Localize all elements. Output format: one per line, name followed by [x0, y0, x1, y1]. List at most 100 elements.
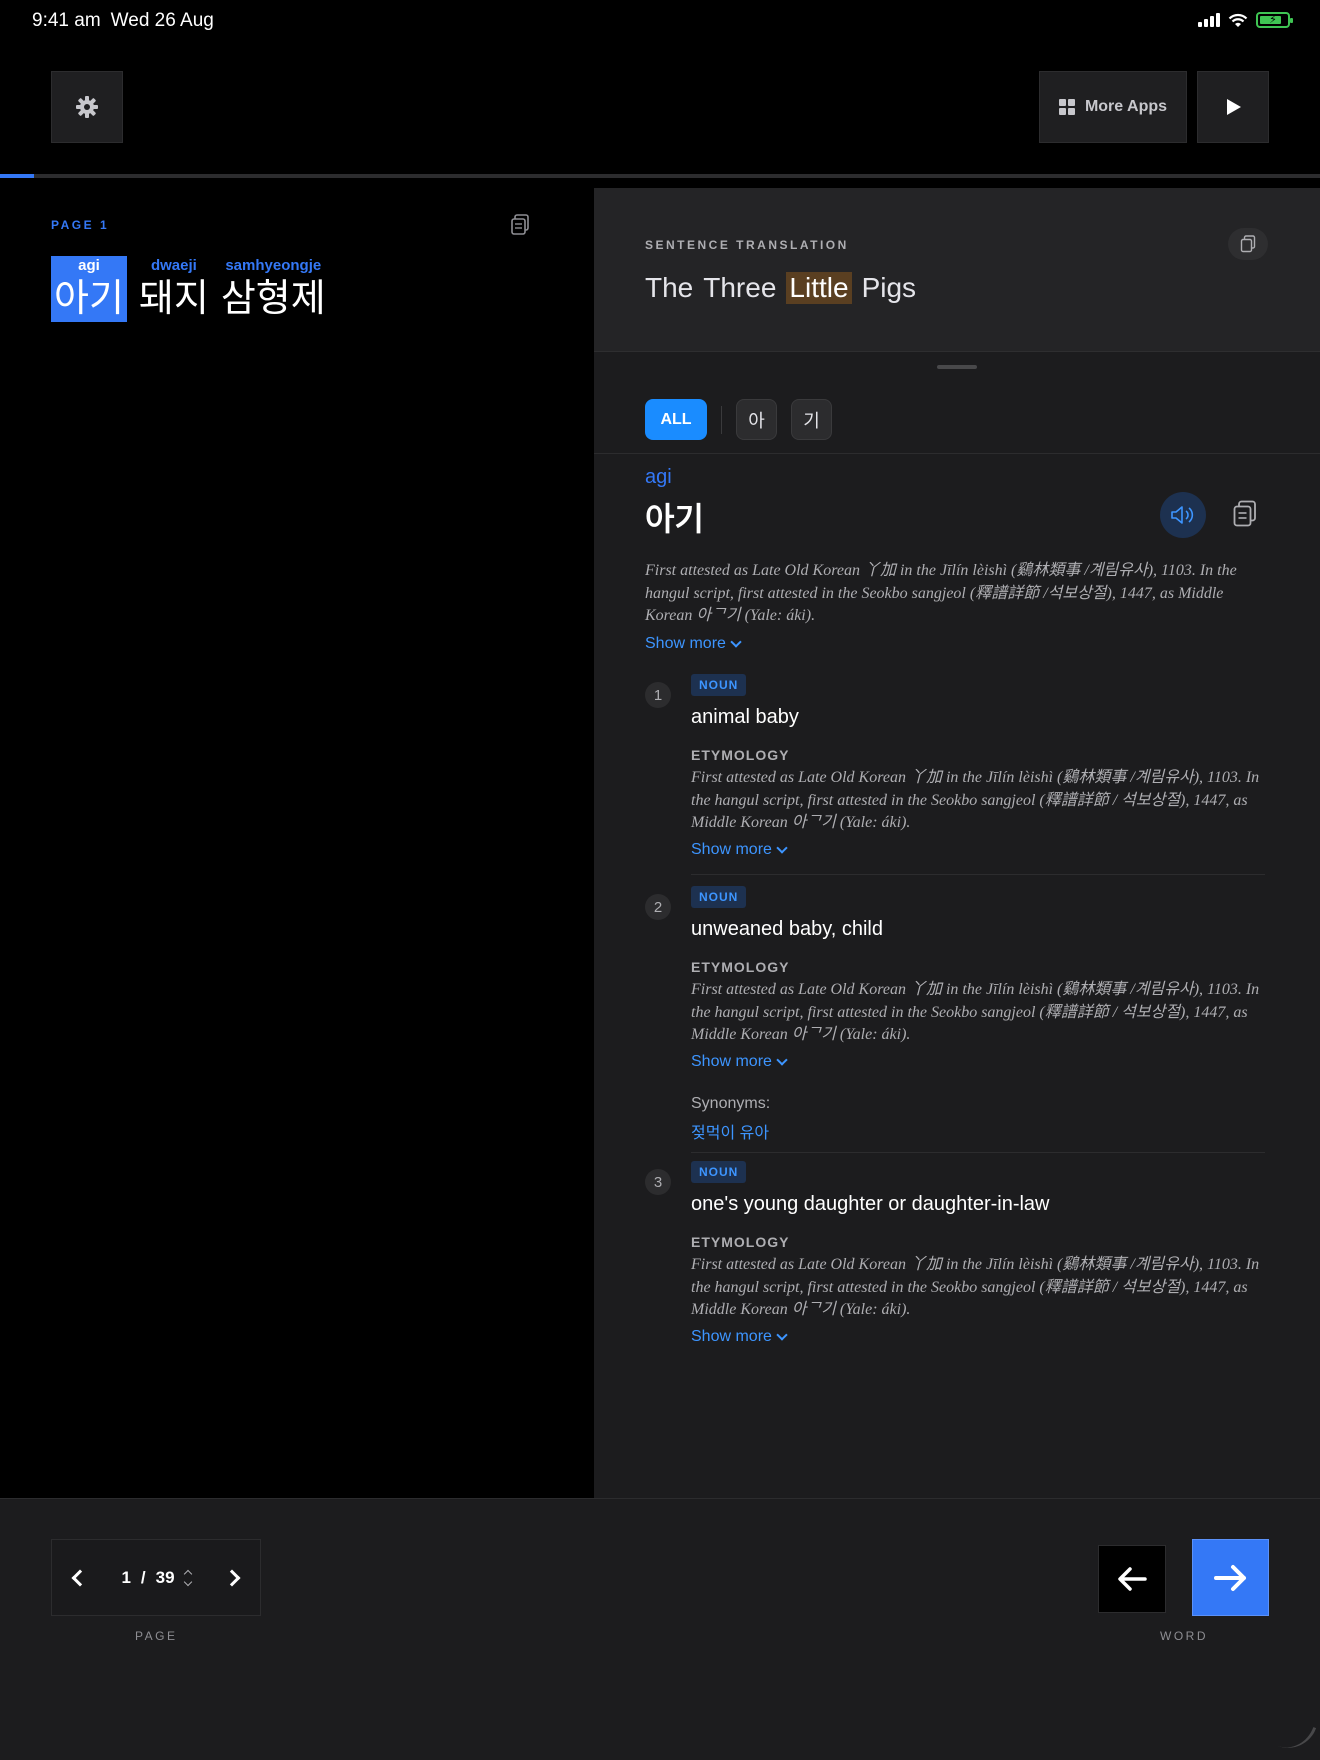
show-more-label: Show more — [691, 840, 772, 858]
total-pages: 39 — [155, 1567, 175, 1587]
sense-divider — [691, 1152, 1265, 1153]
previous-word-button[interactable] — [1098, 1545, 1166, 1613]
next-page-button[interactable] — [223, 1569, 241, 1586]
reading-progress-fill — [0, 174, 35, 178]
entry-etymology: First attested as Late Old Korean 丫加 in … — [645, 562, 1237, 624]
sense-item: 3 NOUN one's young daughter or daughter-… — [645, 1161, 1265, 1351]
page-label: PAGE 1 — [51, 218, 110, 232]
word-korean: 아기 — [54, 278, 124, 320]
word-token[interactable]: dwaeji 돼지 — [139, 256, 209, 322]
arrow-left-icon — [1118, 1567, 1147, 1591]
chevron-up-down-icon — [183, 1569, 192, 1586]
sense-body: NOUN animal baby ETYMOLOGY First atteste… — [691, 674, 1265, 859]
status-icons: ⚡ — [1198, 12, 1293, 28]
apps-grid-icon — [1058, 99, 1075, 115]
sense-gloss: one's young daughter or daughter-in-law — [691, 1193, 1050, 1215]
word-caption: WORD — [1160, 1629, 1208, 1643]
translation-word: The — [645, 272, 694, 303]
sense-divider — [691, 874, 1265, 875]
play-icon — [1227, 99, 1241, 115]
sense-gloss: unweaned baby, child — [691, 918, 883, 940]
word-korean: 돼지 — [138, 278, 209, 320]
word-token[interactable]: samhyeongje 삼형제 — [221, 256, 326, 322]
bottom-navigation: 1 / 39 PAGE WORD — [0, 1498, 1320, 1760]
arrow-right-icon — [1213, 1564, 1246, 1591]
part-of-speech-badge: NOUN — [691, 886, 747, 908]
entry-romanization: agi — [645, 466, 672, 488]
part-of-speech-badge: NOUN — [691, 1161, 747, 1183]
filter-syllable-chip[interactable]: 기 — [791, 399, 832, 440]
translation-word: Pigs — [861, 272, 917, 303]
show-more-label: Show more — [691, 1327, 772, 1345]
copy-icon — [1233, 500, 1256, 527]
copy-translation-button[interactable] — [1228, 228, 1268, 260]
chevron-down-icon — [776, 1328, 788, 1341]
translation-word-highlighted: Little — [786, 272, 852, 304]
word-romanization: dwaeji — [150, 257, 197, 274]
copy-page-button[interactable] — [510, 214, 532, 238]
show-more-label: Show more — [645, 635, 726, 652]
word-token[interactable]: agi 아기 — [51, 256, 127, 322]
dictionary-panel: SENTENCE TRANSLATION The Three Little Pi… — [594, 188, 1320, 1498]
show-more-link[interactable]: Show more — [691, 1053, 1265, 1071]
settings-button[interactable] — [51, 71, 123, 143]
word-romanization: samhyeongje — [225, 257, 322, 274]
translation-label: SENTENCE TRANSLATION — [645, 238, 849, 252]
chevron-down-icon — [776, 841, 788, 854]
translation-text: The Three Little Pigs — [645, 272, 916, 304]
wifi-icon — [1228, 13, 1248, 27]
synonyms-link[interactable]: 젖먹이 유아 — [691, 1119, 1265, 1143]
etymology-heading: ETYMOLOGY — [691, 747, 790, 763]
copy-icon — [1240, 235, 1256, 253]
previous-page-button[interactable] — [71, 1569, 89, 1586]
sense-gloss: animal baby — [691, 706, 799, 728]
sense-item: 2 NOUN unweaned baby, child ETYMOLOGY Fi… — [645, 886, 1265, 1146]
filter-divider — [721, 405, 722, 434]
cellular-signal-icon — [1198, 13, 1220, 27]
syllable-filters: ALL 아 기 — [645, 399, 832, 440]
next-word-button[interactable] — [1192, 1539, 1269, 1616]
gear-icon — [76, 96, 98, 118]
sense-number: 2 — [645, 894, 671, 920]
panel-resize-handle[interactable] — [937, 365, 977, 369]
status-date: Wed 26 Aug — [110, 10, 214, 31]
page-separator: / — [140, 1567, 146, 1587]
status-clock: 9:41 am — [32, 10, 101, 31]
play-button[interactable] — [1197, 71, 1269, 143]
show-more-label: Show more — [691, 1052, 772, 1070]
show-more-link[interactable]: Show more — [691, 1328, 1265, 1346]
synonyms-label: Synonyms: — [691, 1094, 771, 1112]
copy-entry-button[interactable] — [1230, 498, 1260, 530]
page-stepper: 1 / 39 — [51, 1539, 261, 1616]
word-romanization: agi — [78, 257, 100, 274]
sense-number: 1 — [645, 682, 671, 708]
current-page: 1 — [121, 1567, 131, 1587]
battery-charging-icon: ⚡ — [1256, 12, 1293, 28]
chevron-down-icon — [730, 636, 742, 648]
word-korean: 삼형제 — [220, 278, 326, 320]
etymology-heading: ETYMOLOGY — [691, 1234, 790, 1250]
entry-headword: 아기 — [645, 501, 704, 537]
show-more-link[interactable]: Show more — [645, 635, 742, 653]
page-picker[interactable]: 1 / 39 — [121, 1567, 192, 1588]
section-divider — [594, 453, 1320, 454]
home-indicator-icon — [1277, 1717, 1317, 1757]
page-caption: PAGE — [135, 1629, 178, 1643]
speaker-icon — [1171, 506, 1194, 524]
pronounce-button[interactable] — [1160, 492, 1206, 538]
reading-progress-bar — [0, 174, 1320, 178]
status-time: 9:41 am Wed 26 Aug — [32, 10, 214, 32]
etymology-heading: ETYMOLOGY — [691, 959, 790, 975]
sense-item: 1 NOUN animal baby ETYMOLOGY First attes… — [645, 674, 1265, 864]
copy-icon — [511, 214, 529, 235]
more-apps-button[interactable]: More Apps — [1039, 71, 1187, 143]
chevron-down-icon — [776, 1053, 788, 1066]
sense-etymology: First attested as Late Old Korean 丫加 in … — [691, 769, 1260, 831]
reading-pane: PAGE 1 agi 아기 dwaeji 돼지 samhyeongje 삼형제 — [0, 188, 593, 1498]
show-more-link[interactable]: Show more — [691, 841, 1265, 859]
sentence-words: agi 아기 dwaeji 돼지 samhyeongje 삼형제 — [51, 256, 326, 322]
filter-all-chip[interactable]: ALL — [645, 399, 707, 440]
filter-syllable-chip[interactable]: 아 — [736, 399, 777, 440]
status-bar: 9:41 am Wed 26 Aug ⚡ — [0, 0, 1320, 44]
sense-etymology: First attested as Late Old Korean 丫加 in … — [691, 1256, 1260, 1318]
